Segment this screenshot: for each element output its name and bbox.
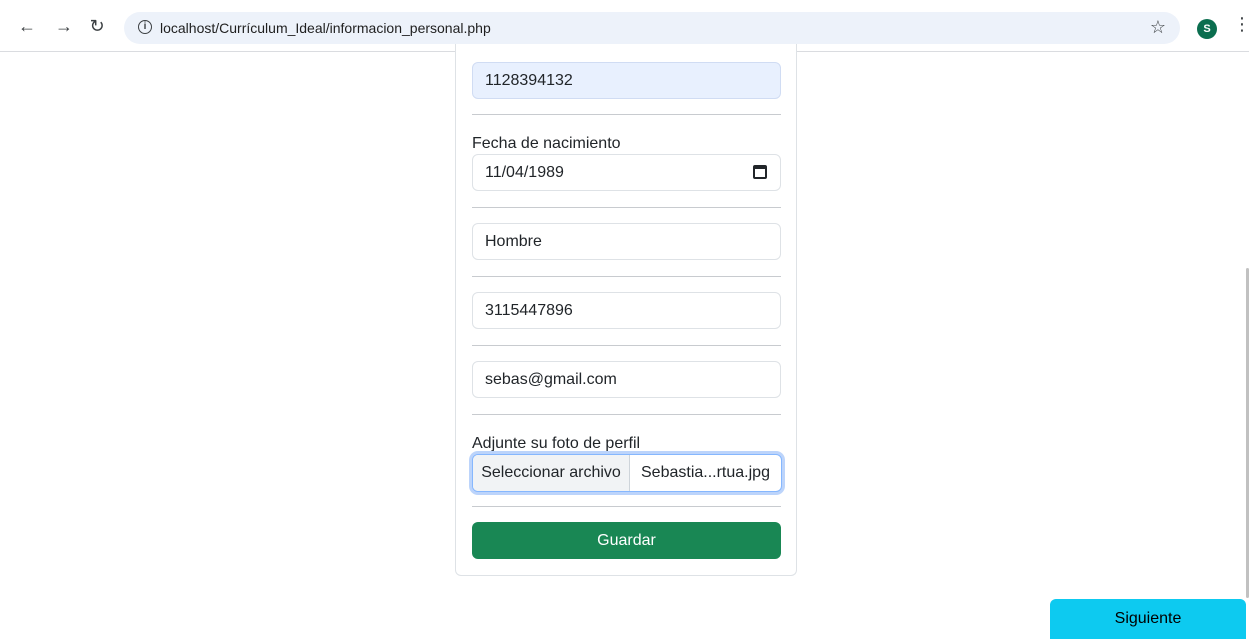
reload-icon[interactable]: ↻ xyxy=(86,15,108,37)
gender-input[interactable]: Hombre xyxy=(472,223,781,260)
divider xyxy=(472,345,781,346)
divider xyxy=(472,114,781,115)
phone-input[interactable]: 3115447896 xyxy=(472,292,781,329)
back-icon[interactable]: ← xyxy=(16,15,38,37)
address-bar[interactable]: i localhost/Currículum_Ideal/informacion… xyxy=(124,12,1180,44)
photo-file-input[interactable]: Seleccionar archivo Sebastia...rtua.jpg xyxy=(472,454,782,492)
divider xyxy=(472,414,781,415)
divider xyxy=(472,506,781,507)
bookmark-star-icon[interactable]: ☆ xyxy=(1150,17,1166,38)
divider xyxy=(472,207,781,208)
file-name-text: Sebastia...rtua.jpg xyxy=(641,464,770,481)
url-text[interactable]: localhost/Currículum_Ideal/informacion_p… xyxy=(160,20,491,36)
next-button[interactable]: Siguiente xyxy=(1050,599,1246,639)
birth-date-label: Fecha de nacimiento xyxy=(472,135,621,152)
photo-label: Adjunte su foto de perfil xyxy=(472,435,641,452)
choose-file-button[interactable]: Seleccionar archivo xyxy=(473,455,630,491)
save-button[interactable]: Guardar xyxy=(472,522,781,559)
email-input[interactable]: sebas@gmail.com xyxy=(472,361,781,398)
browser-menu-icon[interactable]: ⋮ xyxy=(1233,14,1249,35)
forward-icon[interactable]: → xyxy=(53,15,75,37)
birth-date-input[interactable]: 11/04/1989 xyxy=(472,154,781,191)
birth-date-value: 11/04/1989 xyxy=(485,164,564,181)
profile-avatar[interactable]: S xyxy=(1197,19,1217,39)
personal-info-card: 1128394132 Fecha de nacimiento 11/04/198… xyxy=(455,44,797,576)
id-number-input[interactable]: 1128394132 xyxy=(472,62,781,99)
site-info-icon[interactable]: i xyxy=(138,20,152,34)
calendar-icon[interactable] xyxy=(753,165,767,179)
divider xyxy=(472,276,781,277)
